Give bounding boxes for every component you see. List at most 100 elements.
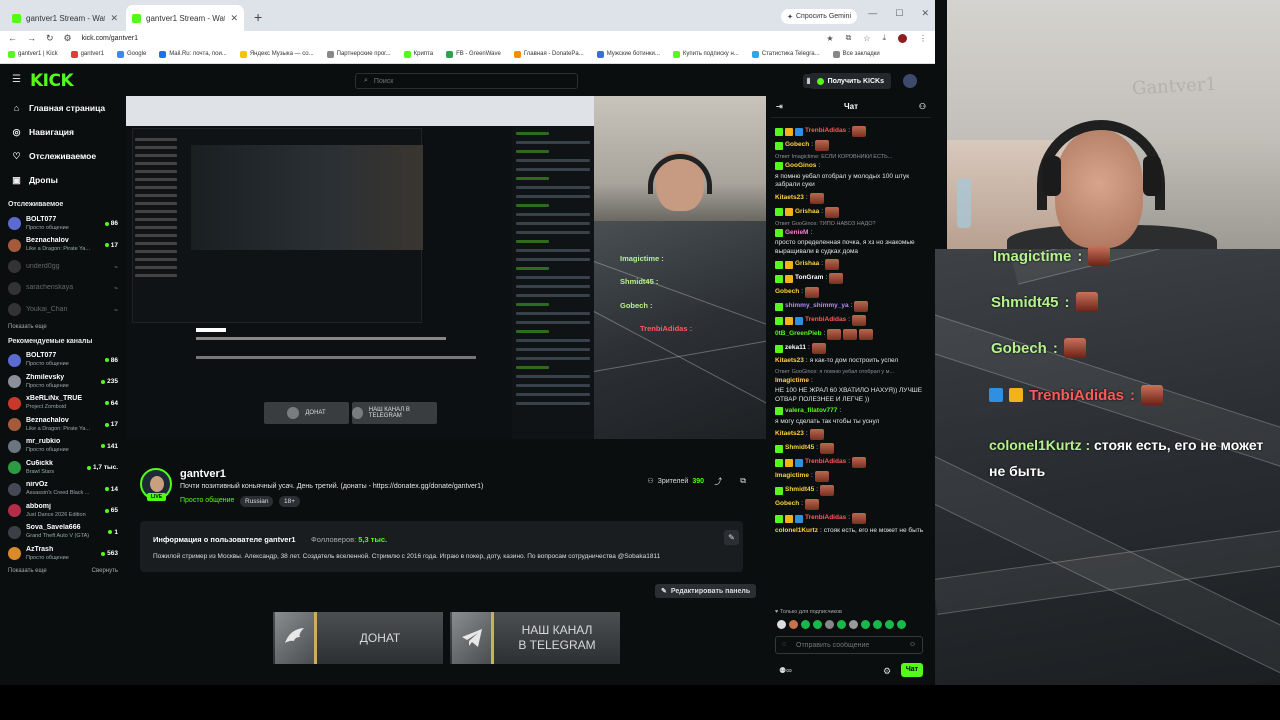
chat-username[interactable]: Kitaets23	[775, 357, 804, 366]
chat-username[interactable]: GooGinos	[785, 162, 816, 171]
share-icon[interactable]: ⤴	[714, 476, 722, 487]
chat-username[interactable]: TrenbiAdidas	[805, 514, 846, 523]
sidebar-channel[interactable]: mr_rubkio Просто общение 141	[0, 436, 122, 458]
site-info-icon[interactable]: ⚙	[64, 33, 72, 44]
bookmark-item[interactable]: Все закладки	[832, 50, 880, 58]
show-more-label[interactable]: Показать еще	[8, 568, 47, 574]
chat-username[interactable]: 0tB_GreenPieb	[775, 330, 822, 339]
chat-username[interactable]: TrenbiAdidas	[805, 127, 846, 136]
tag-language[interactable]: Russian	[240, 496, 274, 507]
sidebar-channel[interactable]: xBeRLiNx_TRUE Project Zomboid 64	[0, 393, 122, 415]
bookmark-item[interactable]: Мужские ботинки...	[596, 50, 660, 58]
browser-tab-active[interactable]: gantver1 Stream - Watch Live o ✕	[126, 5, 244, 31]
chat-username[interactable]: Grishaa	[795, 208, 819, 217]
streamer-name[interactable]: gantver1	[180, 468, 226, 480]
emote-icon[interactable]	[837, 620, 846, 629]
get-kicks-button[interactable]: Получить KICKs	[809, 73, 891, 89]
chat-users-icon[interactable]: ⚇	[919, 102, 926, 111]
back-icon[interactable]: ←	[8, 33, 17, 43]
sidebar-channel[interactable]: sarachenskaya ⌁	[0, 278, 122, 300]
gemini-button[interactable]: ✦ Спросить Gemini	[781, 9, 857, 24]
sidebar-channel[interactable]: underd0gg ⌁	[0, 256, 122, 278]
send-chat-button[interactable]: Чат	[901, 663, 923, 677]
user-avatar[interactable]	[903, 74, 917, 88]
emote-icon[interactable]	[873, 620, 882, 629]
bookmark-item[interactable]: gantver1	[70, 50, 104, 58]
url-field[interactable]: kick.com/gantver1	[82, 35, 138, 42]
chat-username[interactable]: Gobech	[775, 288, 799, 297]
bookmark-star-icon[interactable]: ★	[826, 34, 833, 43]
emote-icon[interactable]	[801, 620, 810, 629]
chat-username[interactable]: Shmidt45	[785, 444, 814, 453]
chat-username[interactable]: zeka11	[785, 344, 806, 353]
chat-username[interactable]: TrenbiAdidas	[805, 458, 846, 467]
edit-panel-button[interactable]: ✎ Редактировать панель	[655, 584, 757, 598]
bookmark-item[interactable]: Главная - DonatePa...	[513, 50, 584, 58]
bookmark-item[interactable]: FB - GreenWave	[446, 50, 501, 58]
sidebar-channel[interactable]: AzTrash Просто общение 563	[0, 543, 122, 565]
sidebar-channel[interactable]: Zhmilevsky Просто общение 235	[0, 371, 122, 393]
chat-username[interactable]: colonel1Kurtz	[775, 527, 818, 536]
sidebar-channel[interactable]: Beznachalov Like a Dragon: Pirate Ya... 17	[0, 414, 122, 436]
download-icon[interactable]: ⤓	[882, 33, 886, 43]
chat-extras-icon[interactable]: ⚉∞	[779, 666, 792, 675]
chat-username[interactable]: valera_filatov777	[785, 407, 837, 416]
sidebar-nav-home[interactable]: ⌂ Главная страница	[0, 96, 122, 120]
emoji-icon[interactable]: ☺	[909, 641, 916, 648]
gear-icon[interactable]: ⚙	[883, 666, 891, 677]
sidebar-channel[interactable]: BOLT077 Просто общение 86	[0, 213, 122, 235]
chat-username[interactable]: Kitaets23	[775, 194, 804, 203]
tag-age[interactable]: 18+	[279, 496, 301, 507]
chat-username[interactable]: Imagictime	[775, 377, 809, 386]
show-more-following[interactable]: Показать еще	[0, 321, 122, 333]
chat-username[interactable]: Grishaa	[795, 260, 819, 269]
chat-username[interactable]: Kitaets23	[775, 430, 804, 439]
collapse-chat-icon[interactable]: ⇥	[776, 102, 783, 111]
hamburger-menu-icon[interactable]: ☰	[12, 75, 21, 85]
emote-icon[interactable]	[861, 620, 870, 629]
bookmark-item[interactable]: Крипта	[403, 50, 433, 58]
menu-icon[interactable]: ⋮	[919, 34, 927, 43]
bookmarks-icon[interactable]: ☆	[863, 34, 870, 43]
sidebar-channel[interactable]: Beznachalov Like a Dragon: Pirate Ya... 17	[0, 235, 122, 257]
forward-icon[interactable]: →	[27, 33, 36, 43]
emote-icon[interactable]	[777, 620, 786, 629]
close-tab-icon[interactable]: ✕	[230, 13, 238, 24]
stream-category[interactable]: Просто общение	[180, 497, 234, 504]
bookmark-item[interactable]: Статистика Telegra...	[751, 50, 820, 58]
close-window-icon[interactable]: ✕	[921, 8, 929, 19]
sidebar-nav-browse[interactable]: ◎ Навигация	[0, 120, 122, 144]
collapse-link[interactable]: Свернуть	[92, 568, 118, 574]
bookmark-item[interactable]: Google	[116, 50, 146, 58]
profile-avatar[interactable]	[898, 33, 907, 43]
emote-icon[interactable]	[897, 620, 906, 629]
edit-pencil-icon[interactable]: ✎	[724, 530, 739, 545]
bookmark-item[interactable]: Купить подписку н...	[672, 50, 739, 58]
sidebar-channel[interactable]: Cu6ickk Brawl Stars 1,7 тыс.	[0, 457, 122, 479]
chat-input[interactable]	[796, 641, 906, 649]
chat-username[interactable]: Gobech	[775, 500, 799, 509]
video-player[interactable]: ДОНАТ НАШ КАНАЛ В TELEGRAM Imagictime :	[126, 96, 766, 439]
clip-icon[interactable]: ⧉	[740, 476, 746, 487]
new-tab-button[interactable]: +	[246, 9, 270, 31]
sidebar-channel[interactable]: Youkai_Chan ⌁	[0, 299, 122, 321]
chat-username[interactable]: shimmy_shimmy_ya	[785, 302, 849, 311]
bookmark-item[interactable]: Партнерские прог...	[326, 50, 391, 58]
reload-icon[interactable]: ↻	[46, 33, 54, 44]
donate-banner-button[interactable]: ДОНАТ	[273, 612, 443, 664]
browser-tab[interactable]: gantver1 Stream - Watch Live o ✕	[6, 5, 124, 31]
kick-logo[interactable]: KICK	[30, 71, 74, 91]
bookmark-item[interactable]: Яндекс Музыка — со...	[239, 50, 314, 58]
sidebar-channel[interactable]: nirvOz Assassin's Creed Black ... 14	[0, 479, 122, 501]
bookmark-item[interactable]: Mail.Ru: почта, пои...	[159, 50, 227, 58]
chat-input-field[interactable]: ◌ ☺	[775, 636, 923, 654]
extensions-icon[interactable]: ⧉	[846, 33, 852, 43]
search-bar[interactable]: ⌕	[355, 73, 578, 89]
chat-username[interactable]: Imagictime	[775, 472, 809, 481]
chat-username[interactable]: Shmidt45	[785, 486, 814, 495]
chat-username[interactable]: TrenbiAdidas	[805, 316, 846, 325]
emote-icon[interactable]	[885, 620, 894, 629]
chat-username[interactable]: TonGram	[795, 274, 823, 283]
emote-icon[interactable]	[849, 620, 858, 629]
emote-icon[interactable]	[825, 620, 834, 629]
